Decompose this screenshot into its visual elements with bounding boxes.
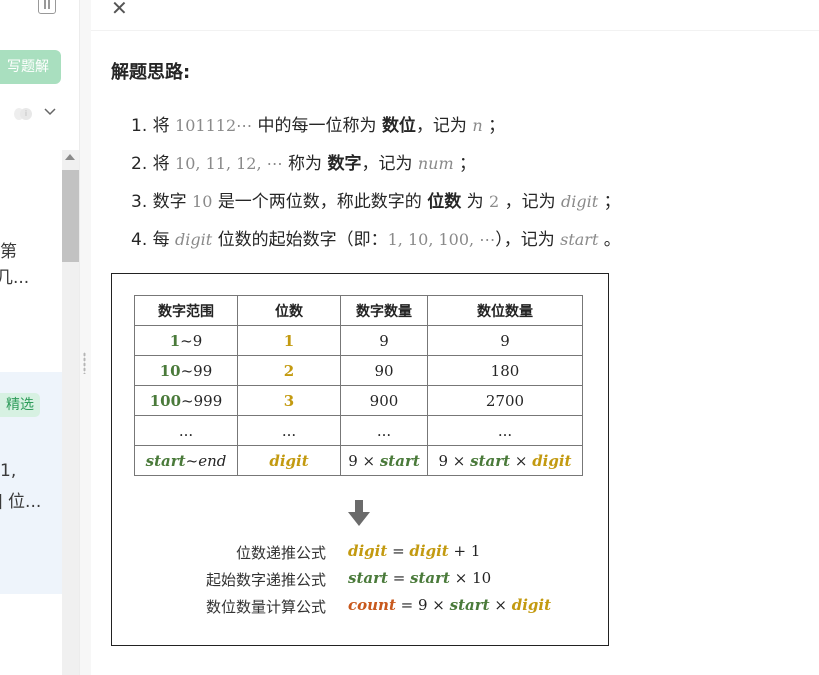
table-cell: 90 <box>340 355 428 386</box>
column-header: 位数 <box>237 295 341 326</box>
chevron-down-icon[interactable] <box>44 106 56 118</box>
divider-line <box>91 30 819 31</box>
table-cell: 9 × start × digit <box>427 445 583 476</box>
table-cell: 10~99 <box>134 355 238 386</box>
column-header: 数字数量 <box>340 295 428 326</box>
left-panel: 写题解 i 第 几... 精选 1, ] 位... <box>0 0 62 675</box>
table-cell: 9 <box>340 325 428 356</box>
table-cell: 9 × start <box>340 445 428 476</box>
scroll-up-arrow-icon[interactable] <box>65 154 75 160</box>
scroll-thumb[interactable] <box>62 170 79 262</box>
list-item-text: 1, <box>0 461 17 481</box>
list-item-text: 第 <box>0 242 17 262</box>
table-cell: ... <box>427 415 583 446</box>
table-cell: 2700 <box>427 385 583 416</box>
table-cell: ... <box>134 415 238 446</box>
scrollbar[interactable] <box>62 150 79 675</box>
table-row: 10~99 2 90 180 <box>134 355 583 386</box>
formula-count: 数位数量计算公式 count = 9 × start × digit <box>205 596 552 616</box>
solution-panel: ✕ 解题思路: 1. 将 101112⋯ 中的每一位称为 数位，记为 n ； 2… <box>91 0 819 675</box>
digit-table: 数字范围 位数 数字数量 数位数量 1~9 1 9 9 10~99 2 90 1… <box>134 295 583 476</box>
table-cell: 3 <box>237 385 341 416</box>
table-row: start~end digit 9 × start 9 × start × di… <box>134 445 583 476</box>
explanation-figure: 数字范围 位数 数字数量 数位数量 1~9 1 9 9 10~99 2 90 1… <box>111 273 609 646</box>
table-cell: 1~9 <box>134 325 238 356</box>
table-cell: ... <box>237 415 341 446</box>
table-row: 100~999 3 900 2700 <box>134 385 583 416</box>
table-header-row: 数字范围 位数 数字数量 数位数量 <box>134 295 583 326</box>
step-3: 3. 数字 10 是一个两位数，称此数字的 位数 为 2 ，记为 digit ； <box>131 192 621 212</box>
step-4: 4. 每 digit 位数的起始数字（即：1, 10, 100, ⋯），记为 s… <box>131 230 621 250</box>
document-icon[interactable] <box>38 0 56 14</box>
reaction-icons: i <box>8 105 48 123</box>
table-cell: 900 <box>340 385 428 416</box>
list-item-text: 几... <box>0 268 30 288</box>
close-icon[interactable]: ✕ <box>111 0 128 20</box>
column-header: 数字范围 <box>134 295 238 326</box>
table-cell: 100~999 <box>134 385 238 416</box>
step-1: 1. 将 101112⋯ 中的每一位称为 数位，记为 n ； <box>131 116 506 136</box>
table-cell: 2 <box>237 355 341 386</box>
table-cell: 1 <box>237 325 341 356</box>
featured-badge: 精选 <box>0 393 40 417</box>
list-item-text: ] 位... <box>0 492 42 512</box>
arrow-down-icon <box>348 500 370 526</box>
panel-divider[interactable] <box>79 0 91 675</box>
drag-handle-icon[interactable] <box>83 352 86 374</box>
info-icon: i <box>20 108 32 120</box>
table-cell: digit <box>237 445 341 476</box>
table-cell: 180 <box>427 355 583 386</box>
table-row: ... ... ... ... <box>134 415 583 446</box>
table-cell: start~end <box>134 445 238 476</box>
step-2: 2. 将 10, 11, 12, ⋯ 称为 数字，记为 num ； <box>131 154 477 174</box>
page-title: 解题思路: <box>111 62 191 83</box>
formula-start: 起始数字递推公式 start = start × 10 <box>205 569 492 589</box>
table-cell: 9 <box>427 325 583 356</box>
table-row: 1~9 1 9 9 <box>134 325 583 356</box>
write-solution-button[interactable]: 写题解 <box>0 50 61 84</box>
table-cell: ... <box>340 415 428 446</box>
column-header: 数位数量 <box>427 295 583 326</box>
formula-digit: 位数递推公式 digit = digit + 1 <box>235 542 481 562</box>
